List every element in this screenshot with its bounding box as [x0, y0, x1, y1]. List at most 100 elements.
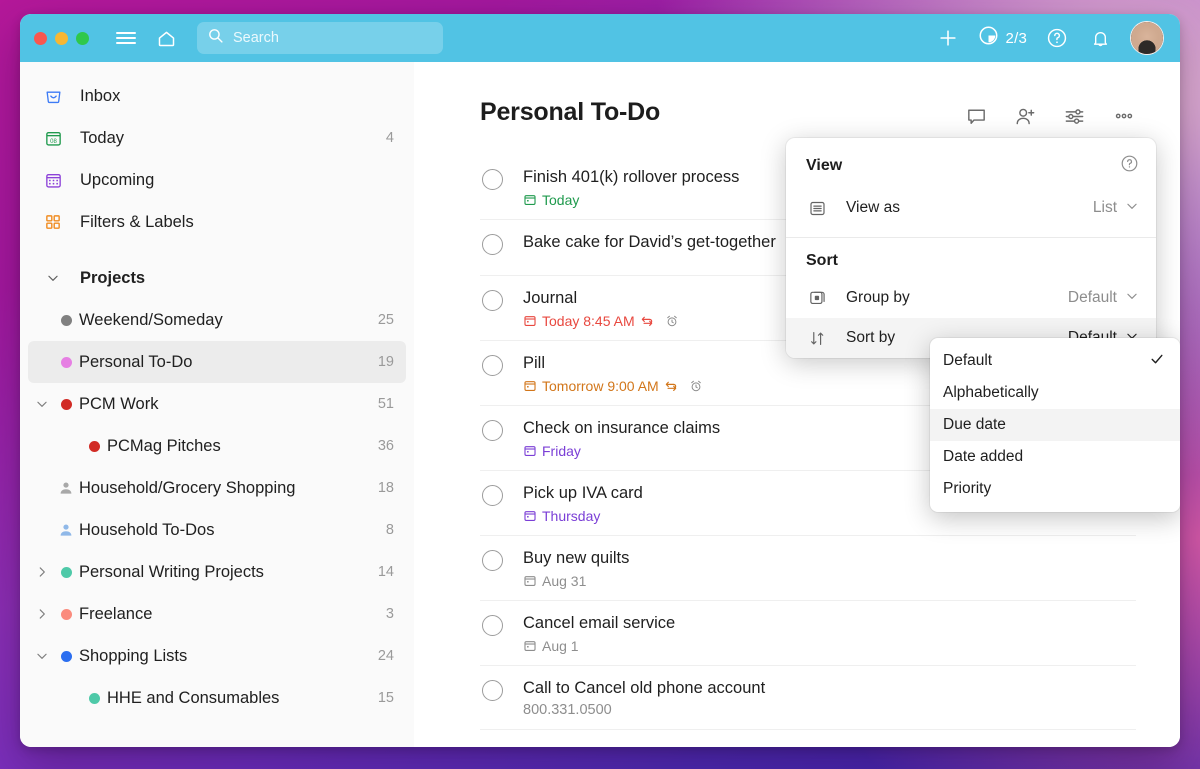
chevron-down-icon[interactable] [31, 397, 53, 411]
task-checkbox[interactable] [482, 615, 503, 636]
add-person-icon[interactable] [1014, 105, 1037, 133]
search-icon [207, 27, 224, 49]
bullet [61, 567, 72, 578]
task-content: Buy new quiltsAug 31 [523, 549, 1136, 589]
home-icon[interactable] [153, 25, 179, 51]
sidebar: Inbox 08 Today 4 [20, 62, 414, 747]
sort-option-item[interactable]: Default [930, 345, 1180, 377]
question-mark-icon[interactable] [1044, 25, 1070, 51]
sidebar-project-item[interactable]: Household/Grocery Shopping18 [28, 467, 406, 509]
view-as-label: View as [846, 199, 900, 217]
task-checkbox[interactable] [482, 680, 503, 701]
group-by-row[interactable]: Group by Default [786, 278, 1156, 318]
task-checkbox[interactable] [482, 290, 503, 311]
person-icon [53, 522, 79, 538]
view-as-value-wrap[interactable]: List [1093, 199, 1139, 218]
sort-option-label: Date added [943, 448, 1023, 466]
sort-option-label: Alphabetically [943, 384, 1039, 402]
sidebar-item-inbox[interactable]: Inbox [28, 75, 406, 117]
project-count: 15 [378, 690, 394, 706]
project-label: PCM Work [79, 395, 158, 414]
project-count: 24 [378, 648, 394, 664]
view-options-icon[interactable] [1063, 105, 1086, 133]
search-input[interactable] [233, 30, 433, 46]
sidebar-project-item[interactable]: Personal To-Do19 [28, 341, 406, 383]
task-due-date-label: Tomorrow 9:00 AM [542, 378, 659, 394]
sort-by-label: Sort by [846, 329, 895, 347]
project-count: 3 [386, 606, 394, 622]
task-row[interactable]: Cancel email serviceAug 1 [480, 601, 1136, 666]
task-row[interactable]: Call to Cancel old phone account800.331.… [480, 666, 1136, 730]
more-options-icon[interactable] [1112, 104, 1136, 133]
title-bar: 2/3 [20, 14, 1180, 62]
project-count: 8 [386, 522, 394, 538]
task-due-date-label: Aug 31 [542, 573, 586, 589]
sidebar-project-item[interactable]: Personal Writing Projects14 [28, 551, 406, 593]
maximize-window-button[interactable] [76, 32, 89, 45]
project-label: Household/Grocery Shopping [79, 479, 295, 498]
sidebar-item-label: Inbox [80, 87, 120, 106]
task-checkbox[interactable] [482, 550, 503, 571]
chevron-down-icon [42, 267, 64, 289]
recurring-icon [664, 379, 678, 393]
minimize-window-button[interactable] [55, 32, 68, 45]
chevron-right-icon[interactable] [31, 607, 53, 621]
task-row[interactable]: Buy new quiltsAug 31 [480, 536, 1136, 601]
view-as-value: List [1093, 199, 1117, 217]
sidebar-item-today[interactable]: 08 Today 4 [28, 117, 406, 159]
task-due-date[interactable]: Aug 31 [523, 573, 1136, 589]
daily-goal-progress[interactable]: 2/3 [978, 25, 1027, 51]
sort-option-item[interactable]: Date added [930, 441, 1180, 473]
task-content: Cancel email serviceAug 1 [523, 614, 1136, 654]
sidebar-project-item[interactable]: Freelance3 [28, 593, 406, 635]
sidebar-project-item[interactable]: HHE and Consumables15 [28, 677, 406, 719]
sidebar-project-item[interactable]: Weekend/Someday25 [28, 299, 406, 341]
sidebar-item-label: Upcoming [80, 171, 154, 190]
user-avatar[interactable] [1130, 21, 1164, 55]
project-count: 36 [378, 438, 394, 454]
sort-option-item[interactable]: Due date [930, 409, 1180, 441]
bullet [61, 609, 72, 620]
search-box[interactable] [197, 22, 443, 54]
progress-count-label: 2/3 [1006, 30, 1027, 47]
check-icon [1149, 351, 1165, 372]
projects-section-header[interactable]: Projects [28, 257, 406, 299]
project-label: Shopping Lists [79, 647, 187, 666]
chevron-right-icon[interactable] [31, 565, 53, 579]
sidebar-project-item[interactable]: Shopping Lists 24 [28, 635, 406, 677]
sidebar-item-filters-labels[interactable]: Filters & Labels [28, 201, 406, 243]
task-description: 800.331.0500 [523, 702, 1136, 718]
sidebar-project-item[interactable]: PCM Work51 [28, 383, 406, 425]
view-section-title: View [806, 157, 842, 175]
question-mark-icon[interactable] [1120, 154, 1139, 178]
task-checkbox[interactable] [482, 420, 503, 441]
task-checkbox[interactable] [482, 169, 503, 190]
svg-text:08: 08 [50, 138, 57, 144]
comments-icon[interactable] [965, 105, 988, 133]
sidebar-project-item[interactable]: PCMag Pitches36 [28, 425, 406, 467]
sidebar-project-item[interactable]: Household To-Dos8 [28, 509, 406, 551]
calendar-icon [523, 639, 537, 653]
chevron-down-icon[interactable] [31, 649, 53, 663]
group-by-value-wrap[interactable]: Default [1068, 289, 1139, 308]
page-title: Personal To-Do [480, 98, 660, 127]
project-color-bullet [53, 609, 79, 620]
titlebar-actions: 2/3 [935, 21, 1168, 55]
close-window-button[interactable] [34, 32, 47, 45]
content-toolbar [965, 98, 1136, 133]
plus-icon[interactable] [935, 25, 961, 51]
task-checkbox[interactable] [482, 485, 503, 506]
sort-arrows-icon [806, 329, 828, 348]
project-color-bullet [81, 441, 107, 452]
view-as-row[interactable]: View as List [786, 188, 1156, 228]
task-checkbox[interactable] [482, 234, 503, 255]
bell-icon[interactable] [1087, 25, 1113, 51]
sidebar-item-upcoming[interactable]: Upcoming [28, 159, 406, 201]
sort-option-item[interactable]: Alphabetically [930, 377, 1180, 409]
hamburger-icon[interactable] [113, 25, 139, 51]
project-count: 19 [378, 354, 394, 370]
task-checkbox[interactable] [482, 355, 503, 376]
calendar-icon [523, 444, 537, 458]
task-due-date[interactable]: Aug 1 [523, 638, 1136, 654]
sort-option-item[interactable]: Priority [930, 473, 1180, 505]
